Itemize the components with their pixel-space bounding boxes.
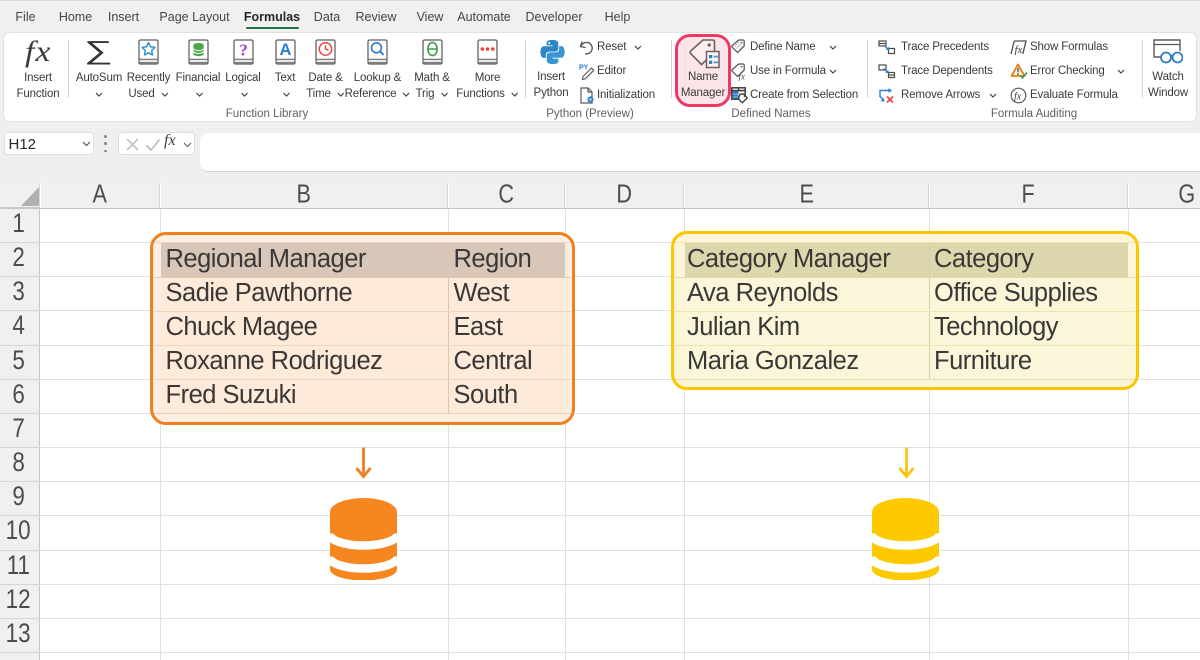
svg-text:fx: fx xyxy=(1015,44,1023,55)
svg-text:A: A xyxy=(279,41,291,59)
svg-text:?: ? xyxy=(239,41,248,60)
svg-text:PY: PY xyxy=(579,65,589,72)
svg-text:fx: fx xyxy=(739,72,746,82)
svg-text:fx: fx xyxy=(1014,92,1022,103)
